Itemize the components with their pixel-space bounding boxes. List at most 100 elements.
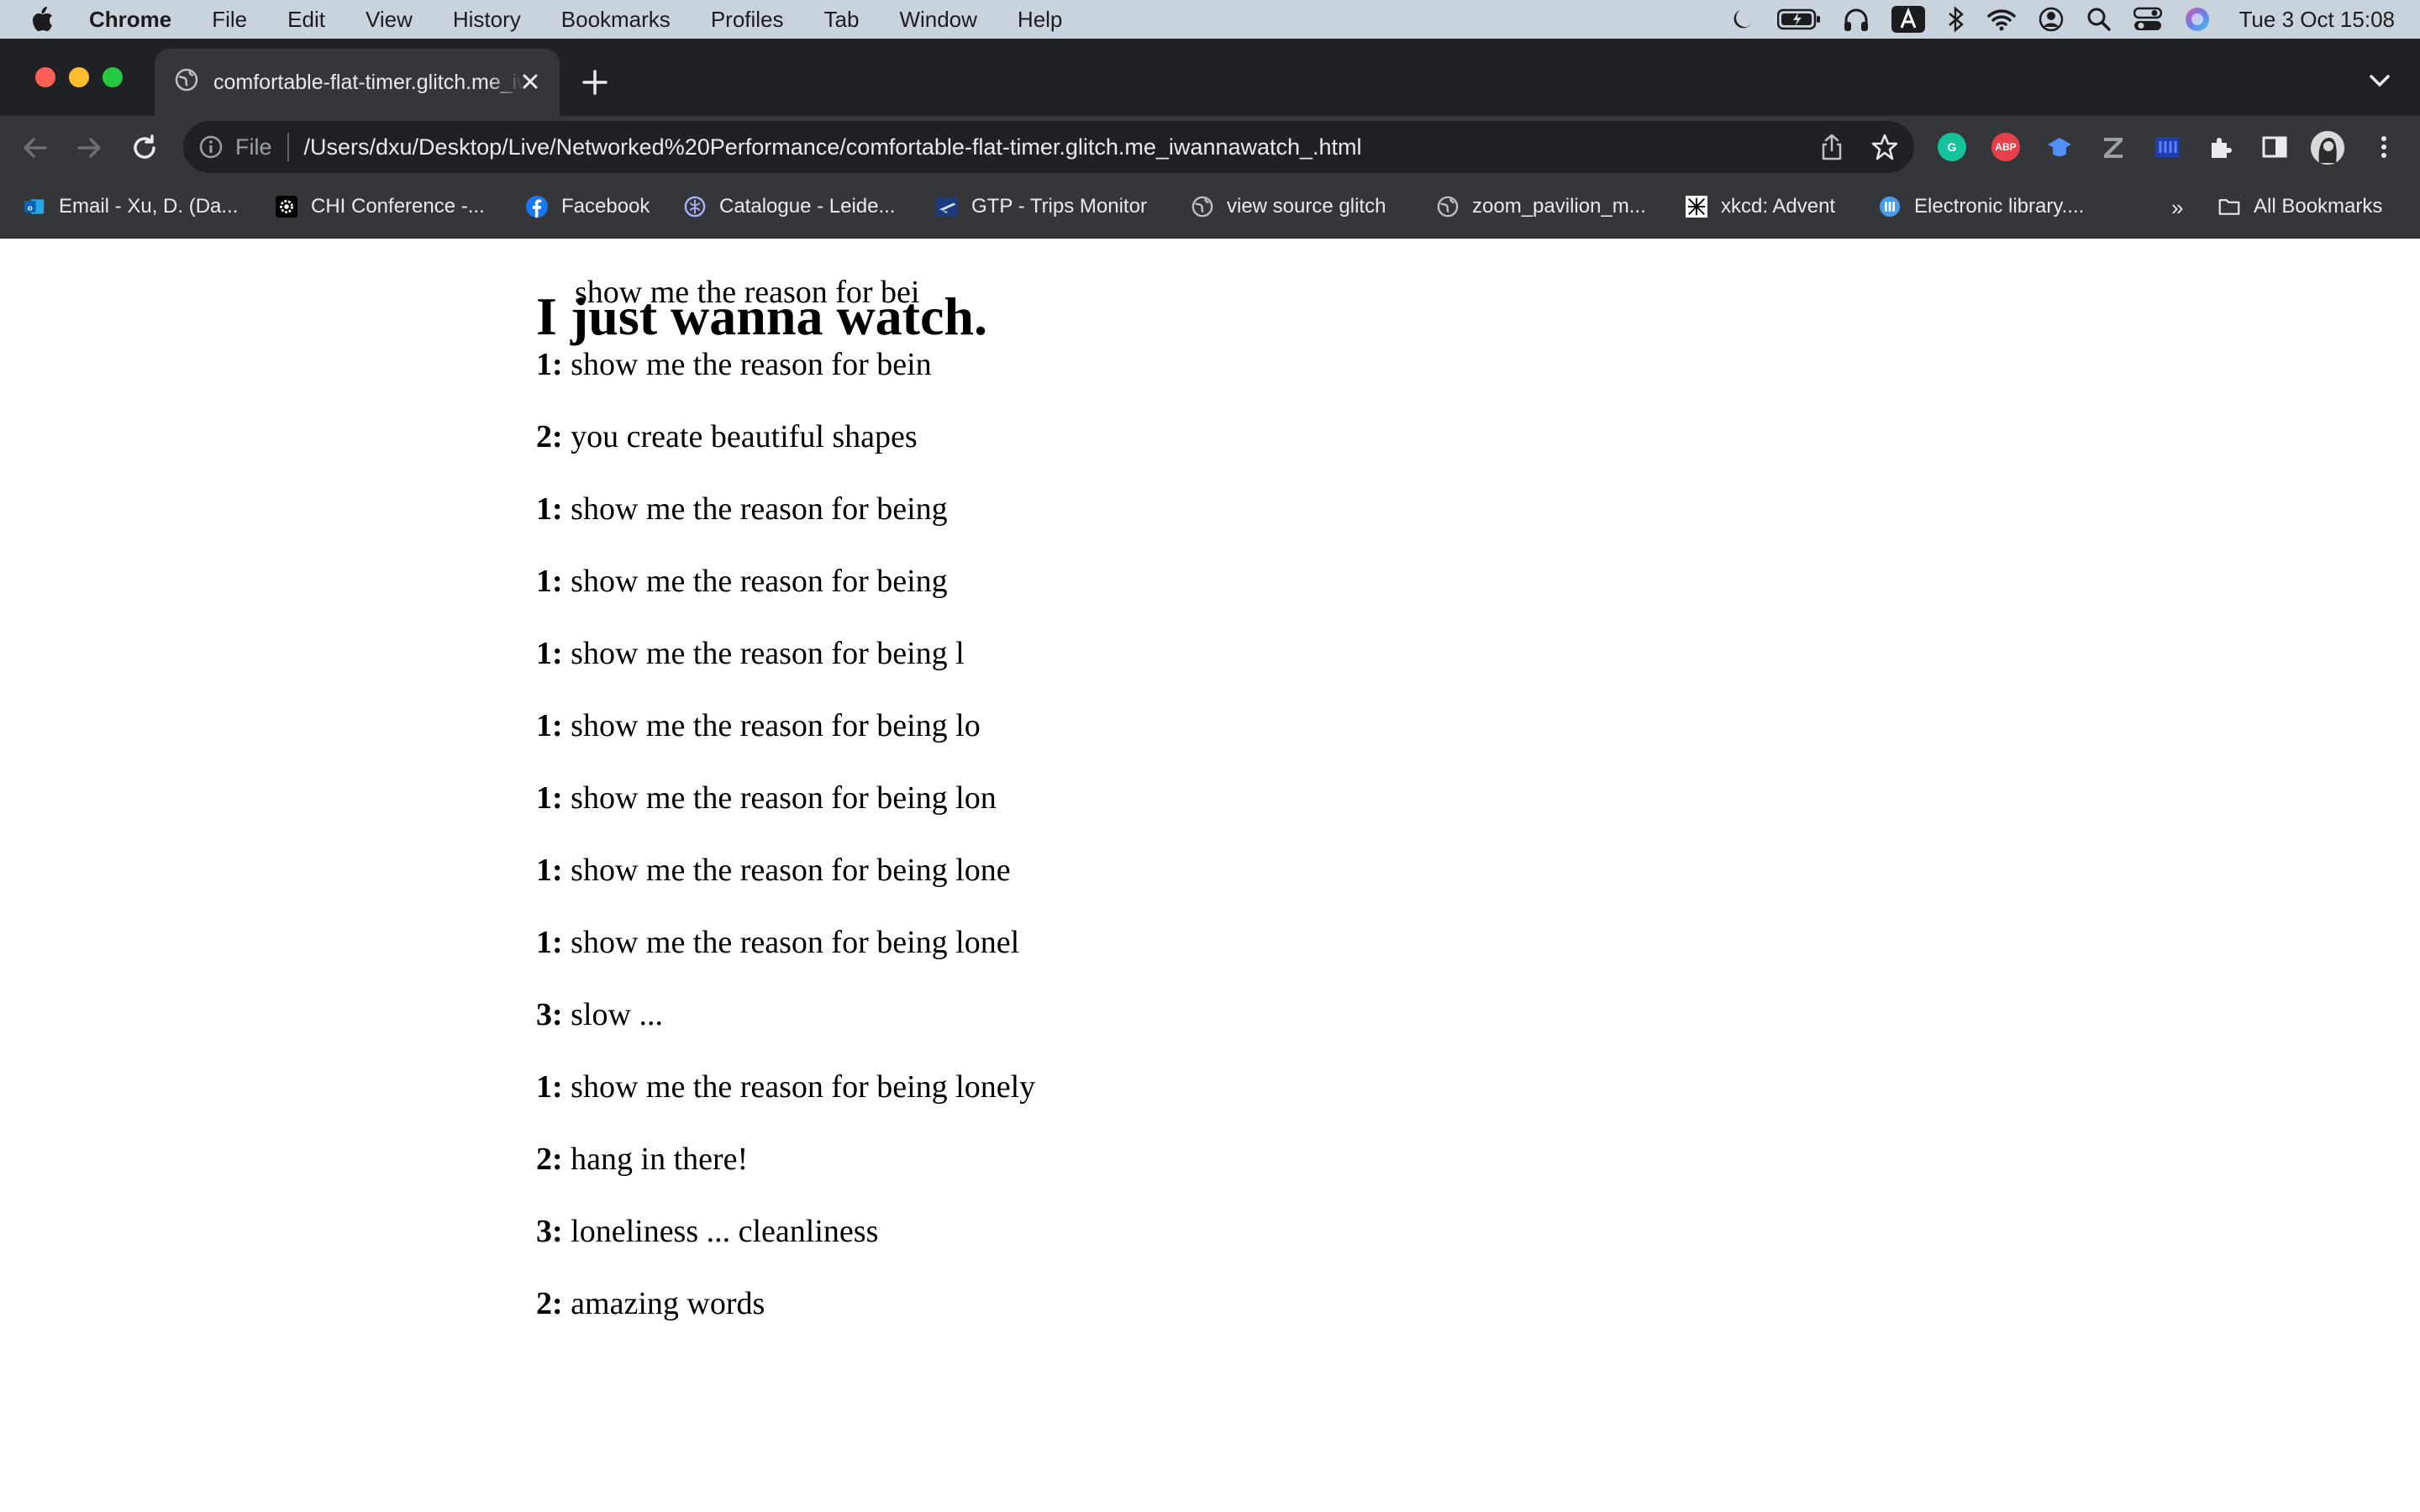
apple-menu-icon[interactable]	[30, 5, 59, 34]
menu-help[interactable]: Help	[1018, 7, 1062, 33]
all-bookmarks-button[interactable]: All Bookmarks	[2218, 195, 2382, 218]
menubar-clock[interactable]: Tue 3 Oct 15:08	[2239, 7, 2395, 33]
line-text: show me the reason for being lo	[571, 708, 981, 743]
bookmark-item[interactable]: CHI Conference -...	[276, 195, 485, 218]
dialogue-line: 1: show me the reason for being	[536, 563, 948, 600]
menu-file[interactable]: File	[212, 7, 247, 33]
zotero-extension-icon[interactable]	[2099, 133, 2128, 161]
reload-icon[interactable]	[129, 133, 160, 167]
speaker-number: 3:	[536, 997, 563, 1032]
leiden-icon	[684, 196, 706, 218]
speaker-number: 1:	[536, 564, 563, 599]
control-center-icon[interactable]	[2133, 7, 2162, 32]
bookmark-item[interactable]: GTP - Trips Monitor	[936, 195, 1147, 218]
line-text: show me the reason for being	[571, 491, 948, 527]
tab-close-icon[interactable]	[519, 71, 541, 98]
speaker-number: 1:	[536, 1069, 563, 1105]
bookmark-label: zoom_pavilion_m...	[1472, 195, 1646, 218]
bookmark-label: Electronic library....	[1914, 195, 2085, 218]
line-text: show me the reason for being lonel	[571, 925, 1020, 960]
menu-edit[interactable]: Edit	[287, 7, 325, 33]
dialogue-line: 2: you create beautiful shapes	[536, 418, 918, 455]
info-icon[interactable]	[198, 134, 224, 160]
macos-menu-bar: Chrome File Edit View History Bookmarks …	[0, 0, 2420, 39]
profile-avatar[interactable]	[2311, 131, 2344, 165]
window-minimize-button[interactable]	[69, 67, 89, 87]
menu-app-chrome[interactable]: Chrome	[89, 7, 171, 33]
line-text: hang in there!	[571, 1142, 749, 1177]
dialogue-line: 1: show me the reason for being lo	[536, 707, 981, 744]
dialogue-line: 2: amazing words	[536, 1285, 765, 1322]
bookmark-star-icon[interactable]	[1870, 133, 1899, 167]
bookmark-item[interactable]: Electronic library....	[1879, 195, 2084, 218]
active-tab[interactable]: comfortable-flat-timer.glitch.me_iwannaw…	[155, 49, 560, 116]
menu-tab[interactable]: Tab	[824, 7, 860, 33]
dialogue-line: 1: show me the reason for being lonel	[536, 924, 1019, 961]
bookmark-label: CHI Conference -...	[311, 195, 485, 218]
side-panel-icon[interactable]	[2260, 133, 2289, 161]
speaker-number: 1:	[536, 780, 563, 816]
speaker-number: 1:	[536, 708, 563, 743]
headphones-icon[interactable]	[1843, 7, 1870, 32]
moon-icon[interactable]	[1730, 7, 1755, 32]
keyboard-input-icon[interactable]	[1891, 6, 1925, 33]
speaker-number: 2:	[536, 1142, 563, 1177]
menu-history[interactable]: History	[453, 7, 521, 33]
library-extension-icon[interactable]	[2153, 133, 2181, 161]
menu-view[interactable]: View	[366, 7, 413, 33]
dialogue-line: 3: loneliness ... cleanliness	[536, 1213, 878, 1250]
bookmark-item[interactable]: view source glitch	[1192, 195, 1386, 218]
speaker-number: 1:	[536, 925, 563, 960]
back-arrow-icon[interactable]	[20, 133, 50, 167]
bookmark-label: view source glitch	[1227, 195, 1386, 218]
wifi-icon[interactable]	[1986, 8, 2016, 31]
tab-search-chevron-icon[interactable]	[2368, 72, 2391, 93]
bookmark-item[interactable]: Facebook	[526, 195, 650, 218]
bookmark-label: Catalogue - Leide...	[719, 195, 896, 218]
menu-window[interactable]: Window	[899, 7, 976, 33]
speaker-number: 1:	[536, 853, 563, 888]
bookmark-item[interactable]: zoom_pavilion_m...	[1437, 195, 1646, 218]
graduation-cap-extension-icon[interactable]	[2045, 133, 2074, 161]
line-text: loneliness ... cleanliness	[571, 1214, 879, 1249]
window-close-button[interactable]	[35, 67, 55, 87]
menu-profiles[interactable]: Profiles	[711, 7, 784, 33]
all-bookmarks-label: All Bookmarks	[2254, 195, 2383, 218]
address-bar[interactable]: File /Users/dxu/Desktop/Live/Networked%2…	[183, 121, 1914, 173]
battery-icon[interactable]	[1776, 8, 1821, 30]
bookmarks-overflow-button[interactable]: »	[2171, 195, 2183, 221]
outlook-icon: o	[24, 196, 45, 218]
menu-bookmarks[interactable]: Bookmarks	[561, 7, 671, 33]
omnibox-divider	[287, 133, 289, 161]
puzzle-extensions-icon[interactable]	[2207, 133, 2235, 161]
page-content: show me the reason for bei I just wanna …	[536, 239, 1881, 1322]
speaker-number: 1:	[536, 636, 563, 671]
svg-text:o: o	[28, 203, 33, 213]
bookmark-label: Facebook	[561, 195, 650, 218]
line-text: show me the reason for being lon	[571, 780, 997, 816]
line-text: show me the reason for bein	[571, 347, 932, 382]
bookmark-item[interactable]: xkcd: Advent	[1686, 195, 1835, 218]
bookmark-label: GTP - Trips Monitor	[971, 195, 1147, 218]
grammarly-extension-icon[interactable]: G	[1938, 133, 1966, 161]
share-icon[interactable]	[1818, 133, 1845, 167]
speaker-number: 2:	[536, 419, 563, 454]
facebook-icon	[526, 196, 548, 218]
user-account-icon[interactable]	[2038, 6, 2065, 33]
new-tab-button[interactable]	[580, 67, 610, 102]
forward-arrow-icon[interactable]	[74, 133, 104, 167]
line-text: you create beautiful shapes	[571, 419, 918, 454]
bookmark-item[interactable]: o Email - Xu, D. (Da...	[24, 195, 238, 218]
chrome-menu-kebab-icon[interactable]	[2370, 133, 2398, 161]
spotlight-search-icon[interactable]	[2086, 7, 2112, 32]
bluetooth-icon[interactable]	[1947, 6, 1965, 33]
url-text[interactable]: /Users/dxu/Desktop/Live/Networked%20Perf…	[304, 134, 1362, 160]
speaker-number: 2:	[536, 1286, 563, 1321]
chi-icon	[276, 196, 297, 218]
adblock-plus-extension-icon[interactable]: ABP	[1991, 133, 2020, 161]
siri-icon[interactable]	[2184, 6, 2211, 33]
dialogue-line: 1: show me the reason for bein	[536, 346, 932, 383]
line-text: show me the reason for being lone	[571, 853, 1011, 888]
window-zoom-button[interactable]	[103, 67, 123, 87]
bookmark-item[interactable]: Catalogue - Leide...	[684, 195, 895, 218]
